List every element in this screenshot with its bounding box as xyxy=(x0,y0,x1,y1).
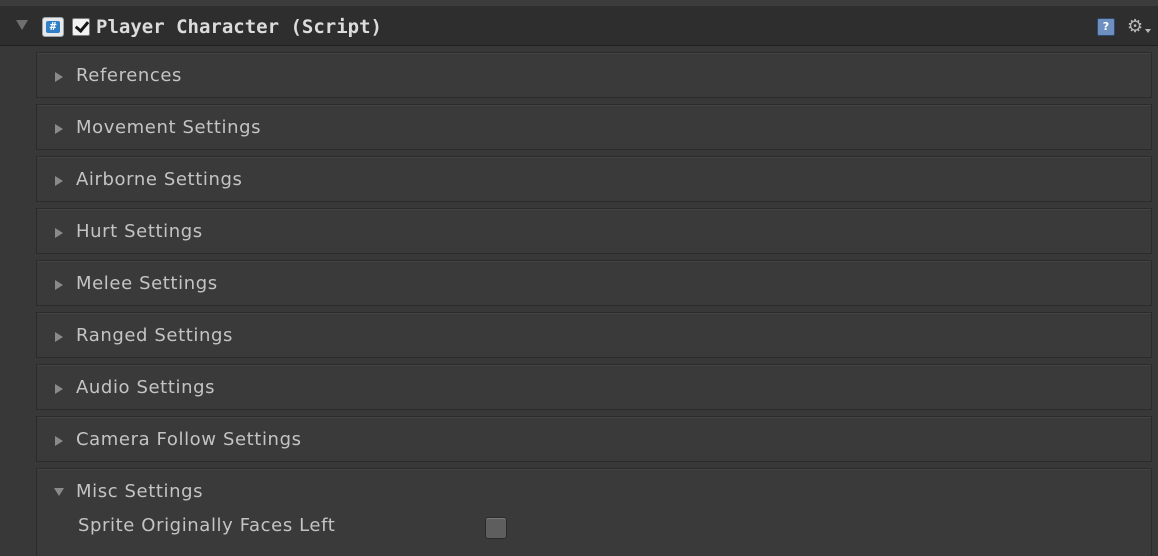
foldout-arrow-icon[interactable] xyxy=(55,72,63,82)
section-label: Melee Settings xyxy=(76,273,218,294)
section-airborne-settings[interactable]: Airborne Settings xyxy=(36,156,1152,202)
component-header[interactable]: # Player Character (Script) ⚙ xyxy=(0,6,1158,46)
section-hurt-settings[interactable]: Hurt Settings xyxy=(36,208,1152,254)
foldout-arrow-icon[interactable] xyxy=(55,436,63,446)
sprite-faces-left-checkbox[interactable] xyxy=(485,517,507,539)
section-movement-settings[interactable]: Movement Settings xyxy=(36,104,1152,150)
section-label: Airborne Settings xyxy=(76,169,243,190)
foldout-arrow-icon[interactable] xyxy=(55,384,63,394)
section-label: Hurt Settings xyxy=(76,221,203,242)
section-label: References xyxy=(76,65,183,86)
component-title: Player Character (Script) xyxy=(96,16,382,38)
help-icon[interactable] xyxy=(1097,18,1115,36)
foldout-arrow-icon[interactable] xyxy=(55,176,63,186)
foldout-arrow-icon[interactable] xyxy=(55,124,63,134)
component-enabled-checkbox[interactable] xyxy=(72,18,90,36)
section-audio-settings[interactable]: Audio Settings xyxy=(36,364,1152,410)
foldout-arrow-icon[interactable] xyxy=(55,332,63,342)
section-label: Audio Settings xyxy=(76,377,216,398)
section-misc-settings[interactable]: Misc Settings Sprite Originally Faces Le… xyxy=(36,468,1152,556)
sprite-faces-left-label: Sprite Originally Faces Left xyxy=(78,515,336,536)
foldout-arrow-expanded-icon[interactable] xyxy=(54,488,64,496)
section-label: Ranged Settings xyxy=(76,325,234,346)
section-references[interactable]: References xyxy=(36,52,1152,98)
section-label: Camera Follow Settings xyxy=(76,429,302,450)
section-camera-follow-settings[interactable]: Camera Follow Settings xyxy=(36,416,1152,462)
section-ranged-settings[interactable]: Ranged Settings xyxy=(36,312,1152,358)
section-label: Movement Settings xyxy=(76,117,262,138)
component-foldout-icon[interactable] xyxy=(16,20,28,30)
gear-icon[interactable]: ⚙ xyxy=(1127,15,1153,39)
foldout-arrow-icon[interactable] xyxy=(55,228,63,238)
script-icon: # xyxy=(42,17,64,37)
gear-dropdown-caret xyxy=(1145,29,1151,33)
foldout-arrow-icon[interactable] xyxy=(55,280,63,290)
section-label: Misc Settings xyxy=(76,481,204,502)
section-melee-settings[interactable]: Melee Settings xyxy=(36,260,1152,306)
